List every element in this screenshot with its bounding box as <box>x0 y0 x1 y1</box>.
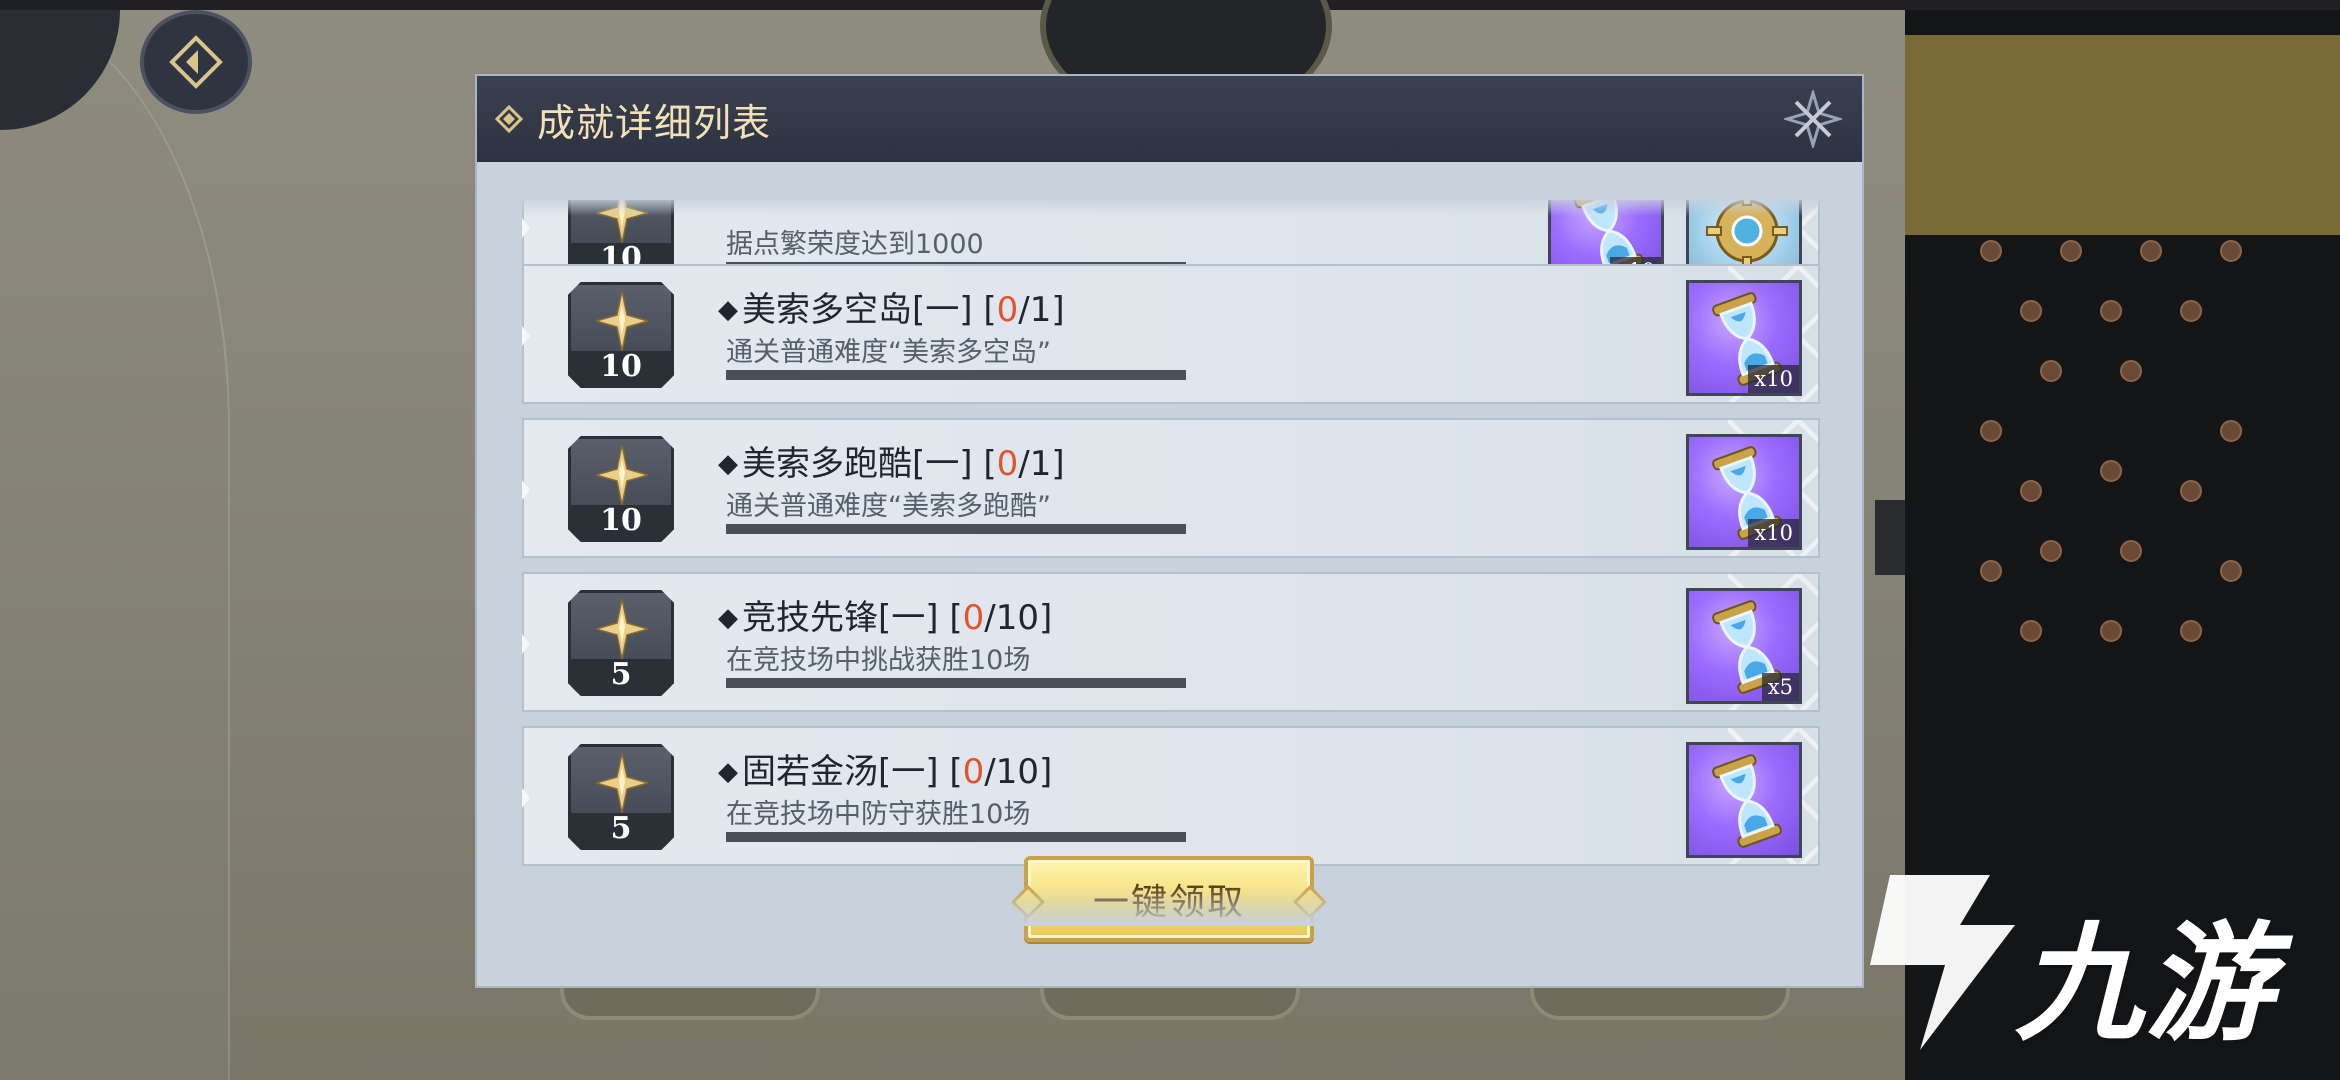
background-dot <box>2020 620 2042 642</box>
background-dot <box>2020 480 2042 502</box>
background-dot <box>2060 240 2082 262</box>
background-dot <box>2120 540 2142 562</box>
bullet-icon: ◆ <box>718 603 738 633</box>
points-badge: 10 <box>568 436 674 542</box>
dialog-title: 成就详细列表 <box>537 100 772 145</box>
progress-bar <box>726 678 1186 688</box>
background-dot <box>2180 300 2202 322</box>
progress-current: 0 <box>962 598 985 638</box>
background-strip <box>1875 500 1905 575</box>
diamond-icon <box>495 105 523 133</box>
progress-max: 1 <box>1029 444 1052 484</box>
achievement-title: ◆ 美索多空岛[一] [0/1] <box>718 290 1065 330</box>
back-button[interactable] <box>140 10 252 114</box>
progress-bar <box>726 370 1186 380</box>
background-dot <box>2140 240 2162 262</box>
progress-bar <box>726 832 1186 842</box>
reward-quantity: x10 <box>1748 365 1799 393</box>
watermark-text: 九游 <box>2015 910 2276 1059</box>
background-dot <box>1980 420 2002 442</box>
reward-item[interactable]: x10 <box>1686 434 1802 550</box>
star-icon <box>596 445 648 505</box>
background-dot <box>2220 420 2242 442</box>
bullet-icon: ◆ <box>718 295 738 325</box>
achievement-title: ◆ 美索多跑酷[一] [0/1] <box>718 444 1065 484</box>
progress-current: 0 <box>996 290 1019 330</box>
background-dot <box>2180 480 2202 502</box>
star-icon <box>596 291 648 351</box>
background-dot <box>1980 240 2002 262</box>
background-dot <box>2100 460 2122 482</box>
reward-item[interactable]: x10 <box>1686 280 1802 396</box>
achievement-row: 10 ◆ 美索多空岛[一] [0/1] 通关普通难度“美索多空岛” x10 <box>522 264 1820 404</box>
reward-item[interactable]: x5 <box>1686 588 1802 704</box>
background-right-banner <box>1905 35 2340 235</box>
back-arrow-icon <box>169 35 223 89</box>
title-text: 固若金汤[一] <box>742 752 939 792</box>
points-badge: 5 <box>568 744 674 850</box>
background-dot <box>2040 540 2062 562</box>
star-icon <box>596 599 648 659</box>
dialog-header: 成就详细列表 <box>477 76 1862 162</box>
background-dot <box>2040 360 2062 382</box>
points-badge: 5 <box>568 590 674 696</box>
background-dot <box>2120 360 2142 382</box>
list-fade <box>522 196 1822 216</box>
achievement-description: 在竞技场中防守获胜10场 <box>726 799 1031 830</box>
progress-current: 0 <box>996 444 1019 484</box>
achievement-title: ◆ 固若金汤[一] [0/10] <box>718 752 1053 792</box>
reward-item[interactable] <box>1686 742 1802 858</box>
progress-current: 0 <box>962 752 985 792</box>
background-dot <box>1980 560 2002 582</box>
achievement-description: 据点繁荣度达到1000 <box>726 229 984 260</box>
bullet-icon: ◆ <box>718 757 738 787</box>
achievement-row: 5 ◆ 竞技先锋[一] [0/10] 在竞技场中挑战获胜10场 x5 <box>522 572 1820 712</box>
points-badge: 10 <box>568 282 674 388</box>
achievement-title: ◆ 竞技先锋[一] [0/10] <box>718 598 1053 638</box>
achievement-description: 在竞技场中挑战获胜10场 <box>726 645 1031 676</box>
background-dot <box>2220 240 2242 262</box>
title-text: 美索多空岛[一] <box>742 290 973 330</box>
achievement-row: 5 ◆ 固若金汤[一] [0/10] 在竞技场中防守获胜10场 <box>522 726 1820 866</box>
progress-max: 1 <box>1029 290 1052 330</box>
badge-points: 5 <box>610 657 632 692</box>
star-icon <box>596 753 648 813</box>
title-text: 竞技先锋[一] <box>742 598 939 638</box>
achievement-dialog: 成就详细列表 10 据点繁荣度达到1000 x10 <box>477 76 1862 986</box>
background-dot <box>2100 300 2122 322</box>
close-button[interactable] <box>1784 90 1842 148</box>
reward-quantity: x10 <box>1748 519 1799 547</box>
background-dot-pattern <box>1980 240 2280 660</box>
badge-points: 10 <box>600 503 642 538</box>
badge-points: 5 <box>610 811 632 846</box>
progress-max: 10 <box>995 598 1039 638</box>
achievement-description: 通关普通难度“美索多空岛” <box>726 337 1051 368</box>
achievement-list[interactable]: 10 据点繁荣度达到1000 x10 10 ◆美索多空岛[一] [0/1]通关普… <box>522 200 1822 926</box>
list-fade <box>522 886 1822 926</box>
badge-points: 10 <box>600 349 642 384</box>
background-dot <box>2100 620 2122 642</box>
progress-bar <box>726 524 1186 534</box>
background-dot <box>2020 300 2042 322</box>
reward-quantity: x5 <box>1761 673 1799 701</box>
close-icon <box>1784 90 1842 148</box>
progress-max: 10 <box>995 752 1039 792</box>
achievement-row: 10 ◆ 美索多跑酷[一] [0/1] 通关普通难度“美索多跑酷” x10 <box>522 418 1820 558</box>
hourglass-icon <box>1712 754 1782 848</box>
title-text: 美索多跑酷[一] <box>742 444 973 484</box>
achievement-description: 通关普通难度“美索多跑酷” <box>726 491 1051 522</box>
bullet-icon: ◆ <box>718 449 738 479</box>
background-dot <box>2220 560 2242 582</box>
background-dot <box>2180 620 2202 642</box>
